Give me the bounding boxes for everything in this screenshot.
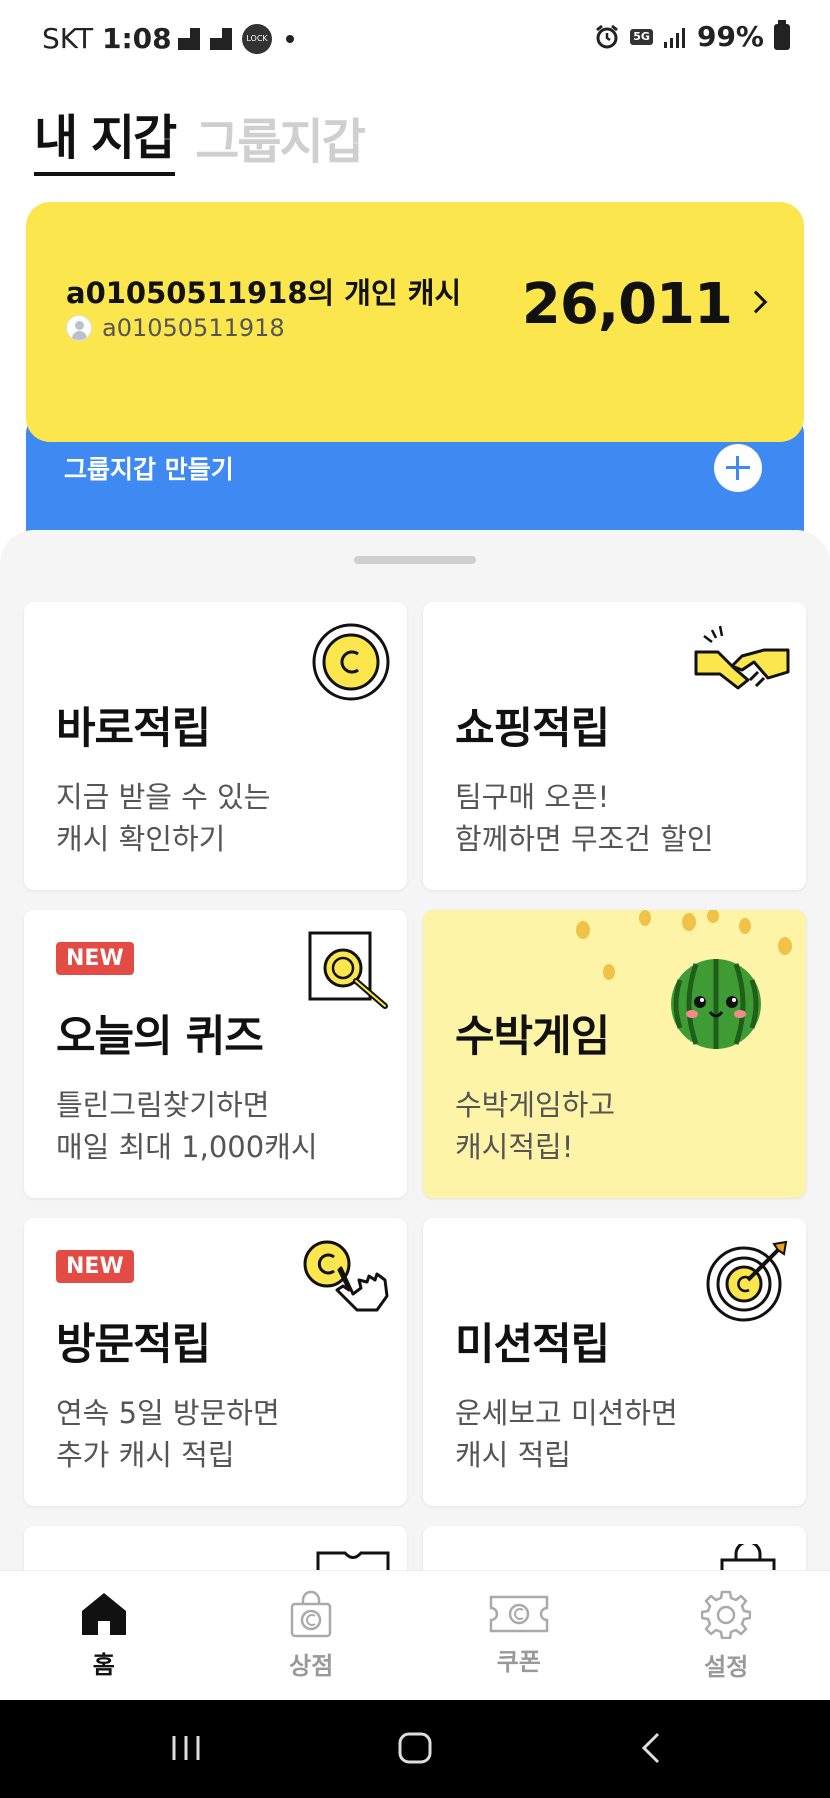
bag-icon bbox=[720, 1544, 776, 1570]
card-description: 지금 받을 수 있는 캐시 확인하기 bbox=[56, 780, 271, 856]
nav-shop[interactable]: 상점 bbox=[208, 1571, 416, 1700]
card-description: 수박게임하고 캐시적립! bbox=[455, 1088, 616, 1164]
lock-app-icon: LOCK bbox=[242, 24, 272, 54]
bottom-navigation: 홈 상점 쿠폰 설정 bbox=[0, 1570, 830, 1700]
menu-card-daily-quiz[interactable]: NEW 오늘의 퀴즈 틀린그림찾기하면 매일 최대 1,000캐시 bbox=[24, 910, 407, 1198]
notification-icons: LOCK bbox=[178, 24, 294, 54]
system-navigation-bar bbox=[0, 1700, 830, 1798]
card-description: 팀구매 오픈! 함께하면 무조건 할인 bbox=[455, 780, 714, 856]
chevron-right-icon[interactable] bbox=[744, 290, 768, 314]
tab-my-wallet[interactable]: 내 지갑 bbox=[34, 98, 177, 176]
nav-label: 상점 bbox=[289, 1652, 334, 1680]
nav-coupon[interactable]: 쿠폰 bbox=[415, 1571, 623, 1700]
home-icon bbox=[81, 1593, 126, 1635]
new-badge: NEW bbox=[56, 1250, 134, 1283]
username: a01050511918 bbox=[102, 314, 285, 342]
status-carrier-time: SKT 1:08 bbox=[42, 22, 172, 55]
signal-strength-icon bbox=[663, 27, 685, 48]
target-icon bbox=[706, 1240, 788, 1322]
menu-card-watermelon-game[interactable]: 수박게임 수박게임하고 캐시적립! bbox=[423, 910, 806, 1198]
menu-card-partial[interactable] bbox=[24, 1526, 407, 1570]
recent-apps-icon[interactable] bbox=[168, 1730, 204, 1766]
handshake-icon bbox=[694, 625, 790, 690]
wallet-tabs: 내 지갑 그룹지갑 bbox=[34, 98, 366, 176]
nav-label: 설정 bbox=[704, 1653, 749, 1681]
clock: 1:08 bbox=[101, 22, 172, 55]
battery-icon bbox=[774, 19, 790, 50]
cash-card-title: a01050511918의 개인 캐시 bbox=[66, 276, 462, 310]
menu-card-mission-reward[interactable]: 미션적립 운세보고 미션하면 캐시 적립 bbox=[423, 1218, 806, 1506]
more-notifications-icon bbox=[286, 35, 294, 43]
nav-label: 쿠폰 bbox=[496, 1648, 541, 1676]
new-badge: NEW bbox=[56, 942, 134, 975]
avatar bbox=[66, 315, 92, 341]
card-title: 바로적립 bbox=[56, 704, 211, 754]
signal-notification-icon bbox=[210, 28, 232, 50]
status-right: 5G 99% bbox=[594, 19, 790, 53]
card-title: 오늘의 퀴즈 bbox=[56, 1012, 264, 1062]
shop-icon bbox=[291, 1590, 332, 1638]
status-bar: SKT 1:08 LOCK 5G 99% bbox=[0, 0, 830, 78]
cash-card-user: a01050511918 bbox=[66, 314, 285, 342]
watermelon-icon bbox=[671, 959, 761, 1049]
personal-cash-card[interactable]: a01050511918의 개인 캐시 a01050511918 26,011 bbox=[26, 202, 804, 442]
create-group-wallet-label: 그룹지갑 만들기 bbox=[64, 455, 234, 484]
nav-label: 홈 bbox=[92, 1651, 115, 1679]
nav-home[interactable]: 홈 bbox=[0, 1571, 208, 1700]
plus-icon[interactable] bbox=[714, 444, 762, 492]
card-description: 운세보고 미션하면 캐시 적립 bbox=[455, 1396, 678, 1472]
card-title: 쇼핑적립 bbox=[455, 704, 610, 754]
menu-card-partial[interactable] bbox=[423, 1526, 806, 1570]
sheet-drag-handle[interactable] bbox=[354, 556, 476, 564]
nav-settings[interactable]: 설정 bbox=[623, 1571, 830, 1700]
card-title: 미션적립 bbox=[455, 1320, 610, 1370]
tab-group-wallet[interactable]: 그룹지갑 bbox=[195, 102, 366, 176]
menu-card-visit-reward[interactable]: NEW 방문적립 연속 5일 방문하면 추가 캐시 적립 bbox=[24, 1218, 407, 1506]
coupon-card-icon bbox=[316, 1551, 390, 1570]
card-title: 수박게임 bbox=[455, 1012, 610, 1062]
back-icon[interactable] bbox=[634, 1730, 670, 1766]
cash-amount: 26,011 bbox=[521, 272, 733, 337]
gear-icon bbox=[701, 1590, 752, 1639]
magnifier-coin-icon bbox=[308, 931, 388, 1009]
network-type-icon: 5G bbox=[630, 28, 653, 45]
card-title: 방문적립 bbox=[56, 1320, 211, 1370]
card-description: 연속 5일 방문하면 추가 캐시 적립 bbox=[56, 1396, 280, 1472]
battery-percent: 99% bbox=[696, 20, 764, 53]
card-description: 틀린그림찾기하면 매일 최대 1,000캐시 bbox=[56, 1088, 318, 1164]
signal-notification-icon bbox=[178, 28, 200, 50]
tap-coin-icon bbox=[303, 1240, 389, 1312]
menu-card-shopping-reward[interactable]: 쇼핑적립 팀구매 오픈! 함께하면 무조건 할인 bbox=[423, 602, 806, 890]
carrier-label: SKT bbox=[42, 22, 94, 55]
menu-sheet: 바로적립 지금 받을 수 있는 캐시 확인하기 쇼핑적립 팀구매 오픈! 함께하… bbox=[0, 530, 830, 1570]
coupon-icon bbox=[489, 1595, 548, 1633]
alarm-icon bbox=[596, 24, 619, 48]
coin-icon bbox=[312, 623, 390, 701]
menu-card-instant-reward[interactable]: 바로적립 지금 받을 수 있는 캐시 확인하기 bbox=[24, 602, 407, 890]
home-button-icon[interactable] bbox=[396, 1730, 434, 1766]
